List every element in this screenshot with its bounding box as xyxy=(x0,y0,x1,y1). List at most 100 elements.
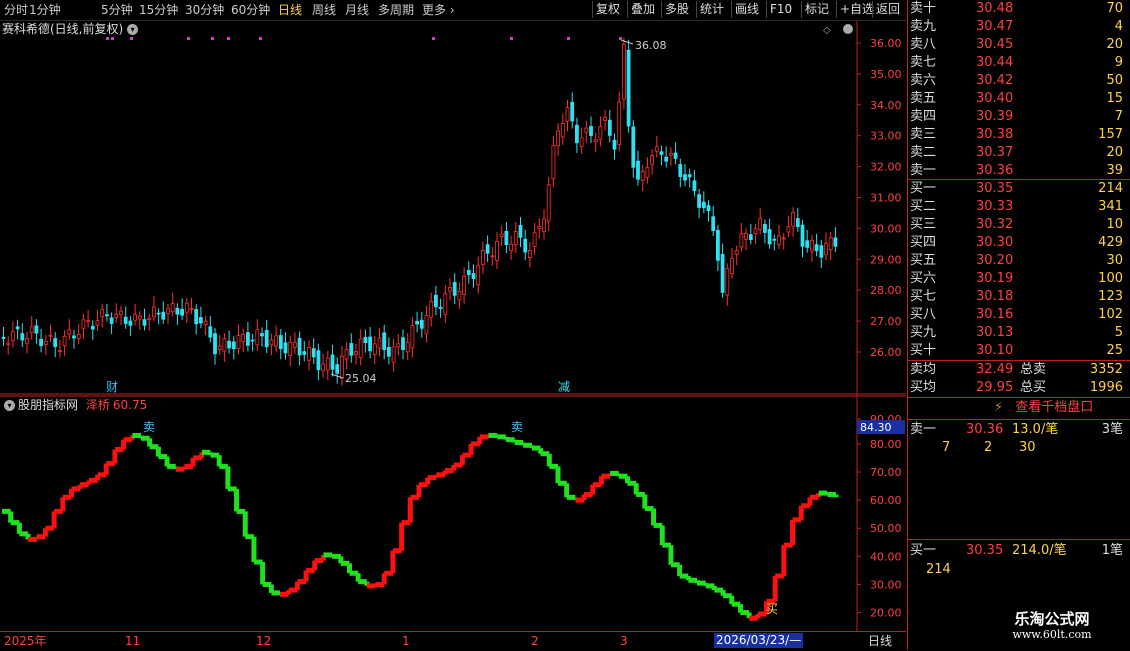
candle-body xyxy=(48,334,53,337)
bid-row[interactable]: 买五 30.20 30 xyxy=(908,252,1130,270)
candle-body xyxy=(6,342,11,345)
candle-body xyxy=(744,232,748,240)
ask-row[interactable]: 卖三 30.38 157 xyxy=(908,126,1130,144)
cursor-value-label: 84.30 xyxy=(860,421,892,434)
candle-body xyxy=(133,314,138,321)
candle-body xyxy=(278,335,283,350)
event-label-reduce[interactable]: 减 xyxy=(558,380,570,394)
bid-row[interactable]: 买二 30.33 341 xyxy=(908,198,1130,216)
candle-body xyxy=(147,317,152,321)
indicator-tick-label: 60.00 xyxy=(870,494,902,507)
candle-body xyxy=(15,326,20,330)
bid-row[interactable]: 买八 30.16 102 xyxy=(908,306,1130,324)
candle-body xyxy=(701,201,706,209)
candle-body xyxy=(189,308,194,311)
ask-row[interactable]: 卖五 30.40 15 xyxy=(908,90,1130,108)
ask-level-label: 卖五 xyxy=(910,91,937,106)
indicator-tick-label: 50.00 xyxy=(870,522,902,535)
candle-body xyxy=(67,329,72,335)
candle-body xyxy=(166,308,170,314)
ask-row[interactable]: 卖二 30.37 20 xyxy=(908,144,1130,162)
candle-body xyxy=(636,160,640,180)
diamond-icon[interactable]: ◇ xyxy=(823,25,831,36)
price-tick-label: 33.00 xyxy=(870,130,902,143)
candle-body xyxy=(617,101,622,145)
chart-canvas[interactable]: 36.00 35.00 34.00 33.00 32.00 31.00 30.00 29.00… xyxy=(0,0,906,631)
bid-row[interactable]: 买四 30.30 429 xyxy=(908,234,1130,252)
bid-price: 30.19 xyxy=(976,271,1014,286)
chevron-down-icon[interactable]: ▾ xyxy=(127,24,139,35)
avg-buy-price: 29.95 xyxy=(976,380,1014,395)
bid-price: 30.18 xyxy=(976,289,1014,304)
candle-body xyxy=(622,43,626,100)
candle-body xyxy=(781,237,786,240)
date-axis: 2025年 11 12 1 2 3 2026/03/23/— 日线 xyxy=(0,631,906,651)
candle-body xyxy=(109,317,114,324)
event-dots xyxy=(106,37,622,40)
queue-sell-per-order: 13.0/笔 xyxy=(1012,422,1059,437)
ask-row[interactable]: 卖八 30.45 20 xyxy=(908,36,1130,54)
ask-row[interactable]: 卖六 30.42 50 xyxy=(908,72,1130,90)
queue-buy-price: 30.35 xyxy=(966,543,1004,558)
candle-body xyxy=(518,224,523,238)
ask-row[interactable]: 卖七 30.44 9 xyxy=(908,54,1130,72)
price-tick-label: 27.00 xyxy=(870,315,902,328)
divider xyxy=(908,419,1130,420)
ask-row[interactable]: 卖九 30.47 4 xyxy=(908,18,1130,36)
candle-body xyxy=(1,336,6,339)
candle-body xyxy=(358,338,363,359)
bid-row[interactable]: 买九 30.13 5 xyxy=(908,324,1130,342)
ask-volume: 4 xyxy=(1114,19,1123,34)
indicator-tick-label: 80.00 xyxy=(870,438,902,451)
candle-body xyxy=(391,346,396,363)
ask-row[interactable]: 卖一 30.36 39 xyxy=(908,162,1130,180)
ask-volume: 50 xyxy=(1106,73,1123,88)
queue-order: 30 xyxy=(1019,440,1036,455)
view-depth-button[interactable]: ⚡ 查看千档盘口 xyxy=(994,399,1093,417)
indicator-series-name: 泽桥 xyxy=(85,398,110,412)
candle-body xyxy=(800,224,805,247)
stock-chart-app: 分时 1分钟 5分钟 15分钟 30分钟 60分钟 日线 周线 月线 多周期 更… xyxy=(0,0,1130,651)
candle-body xyxy=(25,338,29,344)
bid-row[interactable]: 买十 30.10 25 xyxy=(908,342,1130,360)
candle-body xyxy=(137,315,142,320)
price-tick-label: 34.00 xyxy=(870,99,902,112)
ask-row[interactable]: 卖四 30.39 7 xyxy=(908,108,1130,126)
candle-body xyxy=(650,155,654,165)
candle-body xyxy=(283,342,288,354)
candle-body xyxy=(448,286,452,292)
candle-body xyxy=(433,294,438,308)
candle-body xyxy=(377,337,382,349)
candlestick-series xyxy=(1,37,838,386)
ask-volume: 7 xyxy=(1114,109,1123,124)
candle-body xyxy=(546,184,551,222)
avg-sell-row: 卖均 32.49 总卖 3352 xyxy=(908,361,1130,379)
bid-row[interactable]: 买六 30.19 100 xyxy=(908,270,1130,288)
bid-row[interactable]: 买一 30.35 214 xyxy=(908,180,1130,198)
candle-body xyxy=(39,338,43,347)
indicator-tick-label: 20.00 xyxy=(870,607,902,620)
chevron-down-icon[interactable]: ▾ xyxy=(4,400,15,411)
candle-body xyxy=(565,107,570,122)
bid-row[interactable]: 买七 30.18 123 xyxy=(908,288,1130,306)
date-tick: 1 xyxy=(402,634,410,648)
bid-row[interactable]: 买三 30.32 10 xyxy=(908,216,1130,234)
candle-body xyxy=(156,312,161,315)
event-label-finance[interactable]: 财 xyxy=(106,380,118,394)
candle-body xyxy=(551,145,556,180)
candle-body xyxy=(579,137,584,147)
settings-icon[interactable] xyxy=(843,24,853,34)
candle-body xyxy=(29,326,34,334)
price-tick-label: 31.00 xyxy=(870,192,902,205)
ask-price: 30.40 xyxy=(976,91,1014,106)
watermark-url: www.60lt.com xyxy=(1012,628,1092,641)
candle-body xyxy=(81,319,86,329)
candle-body xyxy=(833,237,838,247)
candle-body xyxy=(542,218,546,233)
bid-price: 30.13 xyxy=(976,325,1014,340)
ask-volume: 20 xyxy=(1106,37,1123,52)
candle-body xyxy=(523,238,528,253)
bid-price: 30.33 xyxy=(976,199,1014,214)
queue-sell-label: 卖一 xyxy=(910,422,937,437)
ask-row[interactable]: 卖十 30.48 70 xyxy=(908,0,1130,18)
